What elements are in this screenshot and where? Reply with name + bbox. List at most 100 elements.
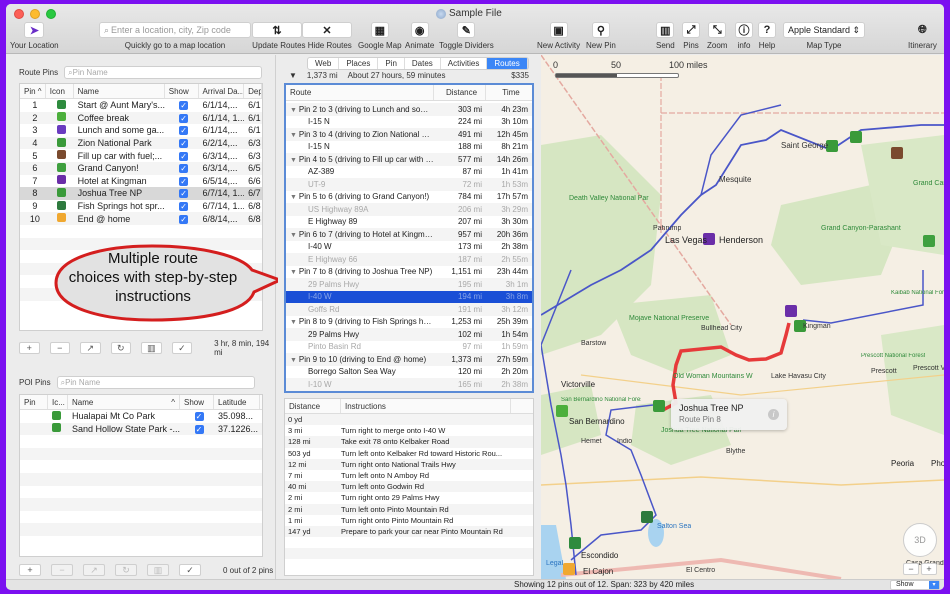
pin-marker-fuel[interactable] [891, 147, 903, 159]
compass-3d-button[interactable]: 3D [903, 523, 937, 557]
instruction-row[interactable]: 128 mi Take exit 78 onto Kelbaker Road [285, 436, 533, 448]
col-time[interactable]: Time [486, 85, 532, 100]
poi-col-icon[interactable]: Ic... [48, 395, 68, 409]
route-option-row[interactable]: I-40 W 173 mi 2h 38m [286, 241, 532, 254]
check-button[interactable]: ✓ [171, 342, 193, 354]
instruction-row[interactable]: 0 yd [285, 414, 533, 426]
new-activity-button[interactable]: ▣ New Activity [537, 22, 580, 50]
instruction-row[interactable]: 40 mi Turn left onto Godwin Rd [285, 481, 533, 493]
hide-routes-button[interactable]: ✕ [302, 22, 352, 38]
route-pin-row[interactable]: 7 Hotel at Kingman ✓ 6/5/14,... 6/6 [20, 175, 262, 188]
poi-col-latitude[interactable]: Latitude [214, 395, 260, 409]
send-button[interactable]: ▥ Send [656, 22, 675, 50]
show-checkbox[interactable]: ✓ [165, 113, 199, 123]
pin-marker-hotel[interactable] [785, 305, 797, 317]
route-option-row[interactable]: Borrego Salton Sea Way 120 mi 2h 20m [286, 366, 532, 379]
tab-web[interactable]: Web [308, 58, 340, 69]
pin-popup[interactable]: Joshua Tree NP Route Pin 8 i [671, 399, 787, 430]
route-line-button[interactable]: ↗ [80, 342, 101, 354]
show-checkbox[interactable]: ✓ [165, 138, 199, 149]
pin-marker-grand-canyon[interactable] [923, 235, 935, 247]
add-poi-button[interactable]: + [19, 564, 41, 576]
zoom-in-button[interactable]: + [921, 563, 937, 575]
route-group-row[interactable]: ▼ Pin 3 to 4 (driving to Zion National P… [286, 128, 532, 141]
remove-pin-button[interactable]: − [49, 342, 71, 354]
col-show[interactable]: Show [165, 84, 199, 98]
route-option-row[interactable]: Goffs Rd 191 mi 3h 12m [286, 303, 532, 316]
pin-marker-start[interactable] [569, 537, 581, 549]
toggle-dividers-button[interactable]: ✎ Toggle Dividers [439, 22, 494, 50]
route-option-row[interactable]: E Highway 89 207 mi 3h 30m [286, 216, 532, 229]
show-checkbox[interactable]: ✓ [165, 176, 199, 186]
poi-show-checkbox[interactable]: ✓ [180, 411, 214, 422]
route-option-row[interactable]: I-10 W 165 mi 2h 38m [286, 378, 532, 391]
poi-col-show[interactable]: Show [180, 395, 214, 409]
disclosure-triangle-icon[interactable]: ▼ [290, 269, 299, 276]
instruction-row[interactable]: 503 yd Turn left onto Kelbaker Rd toward … [285, 448, 533, 459]
route-group-row[interactable]: ▼ Pin 7 to 8 (driving to Joshua Tree NP)… [286, 266, 532, 279]
pins-button[interactable]: ⤢ Pins [682, 22, 700, 50]
pin-marker-fish-springs[interactable] [641, 511, 653, 523]
route-pin-row[interactable]: 9 Fish Springs hot spr... ✓ 6/7/14, 1... 6/8 [20, 200, 262, 213]
zoom-button[interactable]: ⤡ Zoom [707, 22, 727, 50]
disclosure-triangle-icon[interactable]: ▼ [290, 319, 299, 326]
refresh-button[interactable]: ↻ [110, 342, 132, 354]
col-name[interactable]: Name [74, 84, 165, 98]
route-group-row[interactable]: ▼ Pin 9 to 10 (driving to End @ home) 1,3… [286, 353, 532, 366]
new-pin-button[interactable]: ⚲ New Pin [586, 22, 616, 50]
route-option-row[interactable]: 29 Palms Hwy 102 mi 1h 54m [286, 328, 532, 341]
instruction-row[interactable]: 2 mi Turn left onto Pinto Mountain Rd [285, 503, 533, 515]
poi-check-button[interactable]: ✓ [179, 564, 201, 576]
help-button[interactable]: ? Help [758, 22, 776, 50]
show-checkbox[interactable]: ✓ [165, 163, 199, 174]
animate-button[interactable]: ◉ Animate [405, 22, 434, 50]
poi-pin-row[interactable]: Hualapai Mt Co Park ✓ 35.098... [20, 410, 262, 423]
poi-show-checkbox[interactable]: ✓ [180, 424, 214, 434]
show-checkbox[interactable]: ✓ [165, 100, 199, 111]
col-route[interactable]: Route [286, 85, 434, 100]
route-pin-row[interactable]: 3 Lunch and some ga... ✓ 6/1/14,... 6/1 [20, 124, 262, 137]
info-button[interactable]: ⓘ info [735, 22, 753, 50]
route-pin-row[interactable]: 1 Start @ Aunt Mary's... ✓ 6/1/14,... 6/1 [20, 99, 262, 112]
route-group-row[interactable]: ▼ Pin 6 to 7 (driving to Hotel at Kingma… [286, 228, 532, 241]
route-group-row[interactable]: ▼ Pin 2 to 3 (driving to Lunch and some … [286, 103, 532, 116]
tab-activities[interactable]: Activities [441, 58, 488, 69]
disclosure-triangle-icon[interactable]: ▼ [290, 157, 299, 164]
col-instr-distance[interactable]: Distance [285, 399, 341, 413]
poi-pin-row[interactable]: Sand Hollow State Park -... ✓ 37.1226... [20, 422, 262, 436]
disclosure-triangle-icon[interactable]: ▼ [290, 107, 299, 114]
route-pin-row[interactable]: 5 Fill up car with fuel;... ✓ 6/3/14,... 6/3 [20, 149, 262, 162]
update-routes-button[interactable]: ⇅ [252, 22, 302, 38]
route-option-row[interactable]: I-15 N 188 mi 8h 21m [286, 141, 532, 154]
instruction-row[interactable]: 147 yd Prepare to park your car near Pint… [285, 525, 533, 538]
zoom-window-button[interactable] [46, 9, 56, 19]
route-option-row[interactable]: I-40 W 194 mi 3h 8m [286, 290, 532, 303]
instruction-row[interactable]: 12 mi Turn right onto National Trails Hwy [285, 458, 533, 470]
pin-marker-coffee[interactable] [556, 405, 568, 417]
disclosure-triangle-icon[interactable]: ▼ [290, 194, 299, 201]
tab-places[interactable]: Places [339, 58, 379, 69]
show-checkbox[interactable]: ✓ [165, 201, 199, 212]
route-option-row[interactable]: 29 Palms Hwy 195 mi 3h 1m [286, 278, 532, 291]
map-button[interactable]: ▥ [141, 342, 162, 354]
route-group-row[interactable]: ▼ Pin 5 to 6 (driving to Grand Canyon!) 7… [286, 191, 532, 204]
route-option-row[interactable]: US Highway 89A 206 mi 3h 29m [286, 203, 532, 216]
show-select[interactable]: Show ▾ [890, 580, 940, 590]
show-checkbox[interactable]: ✓ [165, 214, 199, 224]
poi-route-line-button[interactable]: ↗ [83, 564, 105, 576]
route-group-row[interactable]: ▼ Pin 4 to 5 (driving to Fill up car wit… [286, 153, 532, 166]
close-window-button[interactable] [14, 9, 24, 19]
poi-col-name[interactable]: Name ^ [68, 395, 180, 409]
route-pin-row[interactable]: 6 Grand Canyon! ✓ 6/3/14,... 6/5 [20, 161, 262, 175]
poi-map-button[interactable]: ▥ [147, 564, 169, 576]
disclosure-triangle-icon[interactable]: ▼ [290, 232, 299, 239]
col-icon[interactable]: Icon [46, 84, 74, 98]
col-dep[interactable]: Dep [244, 84, 262, 98]
tab-routes[interactable]: Routes [487, 58, 528, 69]
instruction-row[interactable]: 1 mi Turn right onto Pinto Mountain Rd [285, 515, 533, 526]
your-location-button[interactable]: ➤ Your Location [10, 22, 59, 50]
route-group-row[interactable]: ▼ Pin 8 to 9 (driving to Fish Springs ho… [286, 316, 532, 329]
tab-dates[interactable]: Dates [405, 58, 441, 69]
pin-marker-zion[interactable] [850, 131, 862, 143]
poi-pins-search-input[interactable]: ⌕Pin Name [56, 376, 255, 389]
